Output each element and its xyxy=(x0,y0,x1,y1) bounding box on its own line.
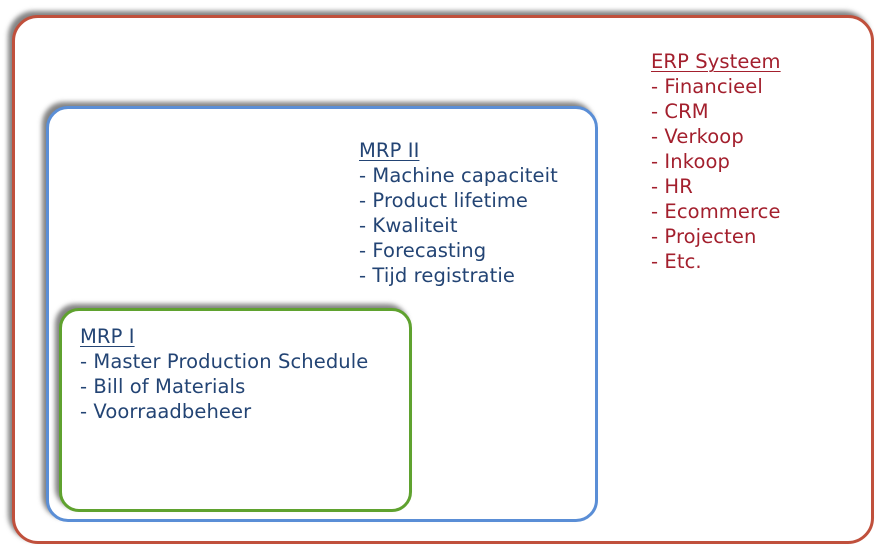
mrp2-item: - Tijd registratie xyxy=(359,264,515,287)
mrp2-item: - Forecasting xyxy=(359,239,487,262)
erp-item: - Ecommerce xyxy=(651,200,781,223)
erp-item: - Etc. xyxy=(651,250,702,273)
mrp1-item: - Master Production Schedule xyxy=(80,350,369,373)
erp-item: - Verkoop xyxy=(651,125,744,148)
mrp2-item: - Machine capaciteit xyxy=(359,164,558,187)
mrp1-text: MRP I - Master Production Schedule - Bil… xyxy=(80,324,368,424)
mrp2-item: - Product lifetime xyxy=(359,189,529,212)
erp-item: - Inkoop xyxy=(651,150,730,173)
erp-item: - CRM xyxy=(651,100,709,123)
erp-item: - HR xyxy=(651,175,693,198)
mrp2-title: MRP II xyxy=(359,139,420,162)
mrp1-title: MRP I xyxy=(80,325,135,348)
erp-system-text: ERP Systeem - Financieel - CRM - Verkoop… xyxy=(651,49,781,274)
erp-system-title: ERP Systeem xyxy=(651,50,781,73)
mrp2-item: - Kwaliteit xyxy=(359,214,458,237)
mrp1-item: - Bill of Materials xyxy=(80,375,246,398)
erp-item: - Financieel xyxy=(651,75,763,98)
mrp1-item: - Voorraadbeheer xyxy=(80,400,252,423)
mrp2-text: MRP II - Machine capaciteit - Product li… xyxy=(359,138,558,288)
erp-item: - Projecten xyxy=(651,225,757,248)
